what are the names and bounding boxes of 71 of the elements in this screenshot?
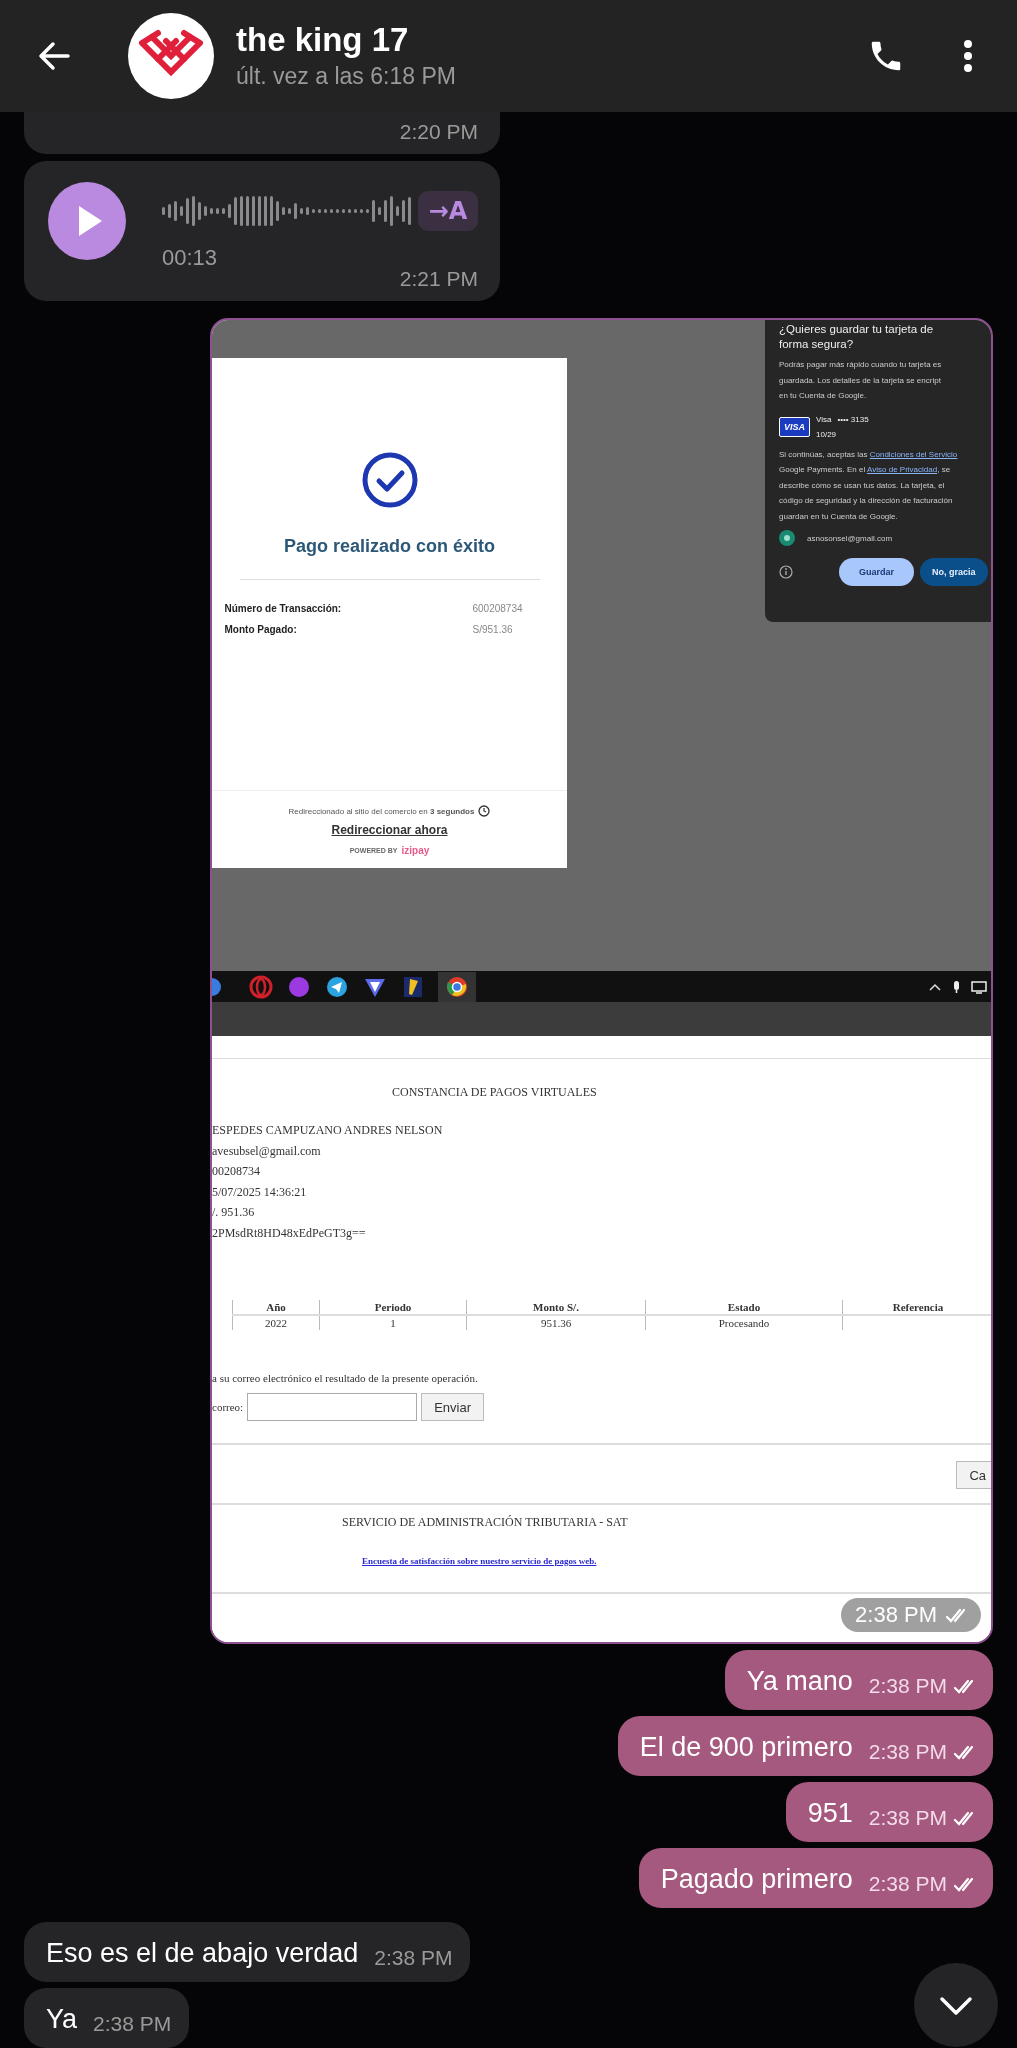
send-button[interactable]: Enviar [421, 1393, 484, 1421]
payment-title: Pago realizado con éxito [283, 536, 496, 557]
message-time: 2:38 PM [868, 1806, 947, 1830]
field-label: Número de Transacción: [224, 602, 342, 616]
receipt-detail: /. 951.36 [212, 1204, 256, 1221]
message-time: 2:38 PM [855, 1602, 937, 1628]
email-note: a su correo electrónico el resultado de la presente operación. [212, 1372, 479, 1384]
voice-duration: 00:13 [162, 245, 219, 271]
message-time: 2:21 PM [399, 267, 478, 291]
agency-name: SERVICIO DE ADMINISTRACIÓN TRIBUTARIA - SAT [342, 1515, 629, 1530]
column-header: Periodo [319, 1300, 467, 1315]
receipt-title: CONSTANCIA DE PAGOS VIRTUALES [392, 1085, 598, 1100]
field-label: Monto Pagado: [224, 623, 297, 637]
receipt-detail: ESPEDES CAMPUZANO ANDRES NELSON [212, 1122, 444, 1139]
account-email: asnosonsel@gmail.com [807, 533, 893, 543]
table-cell: 1 [390, 1317, 396, 1329]
monitor-icon[interactable] [971, 979, 987, 994]
receipt-detail: 2PMsdRt8HD48xEdPeGT3g== [212, 1224, 367, 1242]
receipt-detail: 5/07/2025 14:36:21 [212, 1183, 308, 1201]
receipt-detail: avesubsel@gmail.com [212, 1142, 322, 1160]
popup-button[interactable]: Guardar [839, 558, 914, 586]
last-seen-status: últ. vez a las 6:18 PM [236, 62, 457, 91]
message-text: 951 [807, 1797, 853, 1830]
contact-name: the king 17 [236, 20, 410, 60]
transcribe-button[interactable]: →A [418, 191, 478, 231]
clock-icon [478, 805, 491, 817]
info-icon[interactable] [779, 565, 793, 579]
message-time: 2:38 PM [868, 1872, 947, 1896]
table-cell: 2022 [265, 1317, 287, 1329]
account-icon [779, 530, 795, 546]
message-text: Pagado primero [660, 1863, 853, 1896]
field-value: S/951.36 [472, 623, 514, 637]
message-time: 2:38 PM [93, 2012, 172, 2036]
success-check-icon [361, 452, 418, 508]
table-cell: 951.36 [540, 1317, 572, 1329]
popup-text: Podrás pagar más rápido cuando tu tarjeta es guardada. Los detalles de la tarjeta se encript en tu Cuenta de Google. [779, 359, 943, 402]
chrome-icon[interactable] [438, 971, 476, 1002]
cancel-button[interactable]: Ca [956, 1461, 991, 1489]
card-expiry: 10/29 [816, 428, 838, 441]
message-text: Ya [46, 2003, 78, 2036]
ring-icon[interactable] [248, 973, 274, 1000]
redirect-note: Redireccionado al sitio del comercio en 3 segundos [288, 806, 475, 816]
brand-logo: izipay [401, 845, 430, 856]
redirect-link[interactable]: Redireccionar ahora [331, 823, 448, 837]
message-text: Ya mano [746, 1665, 853, 1698]
field-value: 600208734 [472, 602, 524, 616]
email-input-field[interactable] [247, 1393, 418, 1421]
card-number: •••• 3135 [837, 413, 869, 426]
table-cell: Procesando [718, 1317, 770, 1329]
message-time: 2:38 PM [868, 1740, 947, 1764]
more-options-icon[interactable] [963, 39, 973, 73]
popup-title: ¿Quieres guardar tu tarjeta de forma segura? [779, 322, 935, 352]
avatar[interactable] [128, 13, 214, 99]
receipt-detail: 00208734 [212, 1163, 261, 1180]
card-brand-logo: VISA [779, 416, 810, 437]
column-header: Monto S/. [466, 1300, 646, 1315]
message-time: 2:20 PM [399, 120, 478, 144]
terms-text: Si continúas, aceptas las Condiciones del Servicio Google Payments. En el Aviso de Privacidad, se describe cómo se usan tus datos. La tarjeta, el código de seguridad y la dirección de facturación guardan en tu Cuenta de Google. [779, 448, 959, 523]
email-label: correo: [212, 1401, 244, 1413]
column-header: Referencia [842, 1300, 991, 1315]
message-time: 2:38 PM [374, 1946, 453, 1970]
message-time: 2:38 PM [868, 1674, 947, 1698]
column-header: Año [232, 1300, 320, 1315]
terms-link[interactable]: Condiciones del Servicio [869, 449, 958, 459]
scroll-down-button[interactable] [914, 1963, 998, 2047]
card-name: Visa [816, 413, 832, 426]
message-text: Eso es el de abajo verdad [46, 1937, 359, 1970]
survey-link[interactable]: Encuesta de satisfacción sobre nuestro servicio de pagos web. [362, 1556, 597, 1566]
column-header: Estado [645, 1300, 843, 1315]
popup-button[interactable]: No, gracia [920, 558, 988, 586]
message-text: El de 900 primero [639, 1731, 853, 1764]
